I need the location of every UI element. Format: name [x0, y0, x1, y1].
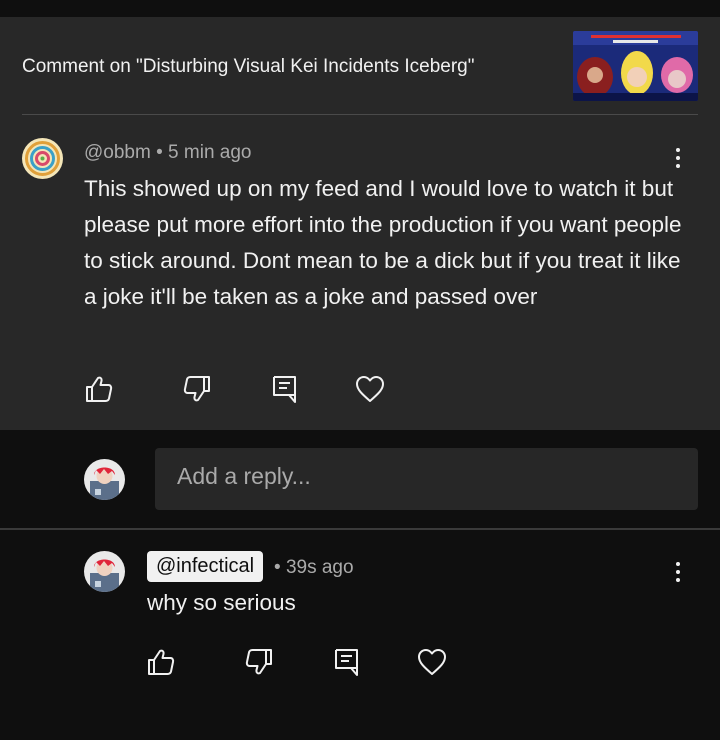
reply-icon[interactable]: [268, 372, 302, 406]
heart-icon[interactable]: [353, 372, 387, 406]
reply-text: why so serious: [147, 590, 296, 615]
avatar[interactable]: [84, 551, 125, 592]
reply-input-box[interactable]: [155, 448, 698, 510]
comment-author[interactable]: @obbm: [84, 142, 151, 163]
header-divider: [22, 114, 698, 115]
comment-meta: @obbm • 5 min ago: [84, 142, 252, 164]
page-title: Comment on "Disturbing Visual Kei Incide…: [22, 56, 475, 77]
reply-meta: • 39s ago: [274, 557, 354, 579]
video-thumbnail[interactable]: [573, 31, 698, 101]
reply-icon[interactable]: [330, 645, 364, 679]
dislike-icon[interactable]: [242, 645, 276, 679]
comment-text: This showed up on my feed and I would lo…: [84, 176, 682, 309]
avatar[interactable]: [22, 138, 63, 179]
heart-icon[interactable]: [415, 645, 449, 679]
like-icon[interactable]: [144, 645, 178, 679]
more-options-icon[interactable]: [668, 557, 688, 587]
meta-separator: •: [274, 557, 281, 578]
reply-time: 39s ago: [285, 557, 354, 578]
more-options-icon[interactable]: [668, 143, 688, 173]
top-bar: [0, 0, 720, 17]
reply-author-chip[interactable]: @infectical: [147, 551, 264, 582]
reply-input[interactable]: [175, 462, 679, 491]
dislike-icon[interactable]: [180, 372, 214, 406]
meta-separator: •: [156, 142, 163, 163]
reply-divider: [0, 528, 720, 530]
like-icon[interactable]: [82, 372, 116, 406]
user-avatar[interactable]: [84, 459, 125, 500]
comment-time: 5 min ago: [168, 142, 252, 163]
